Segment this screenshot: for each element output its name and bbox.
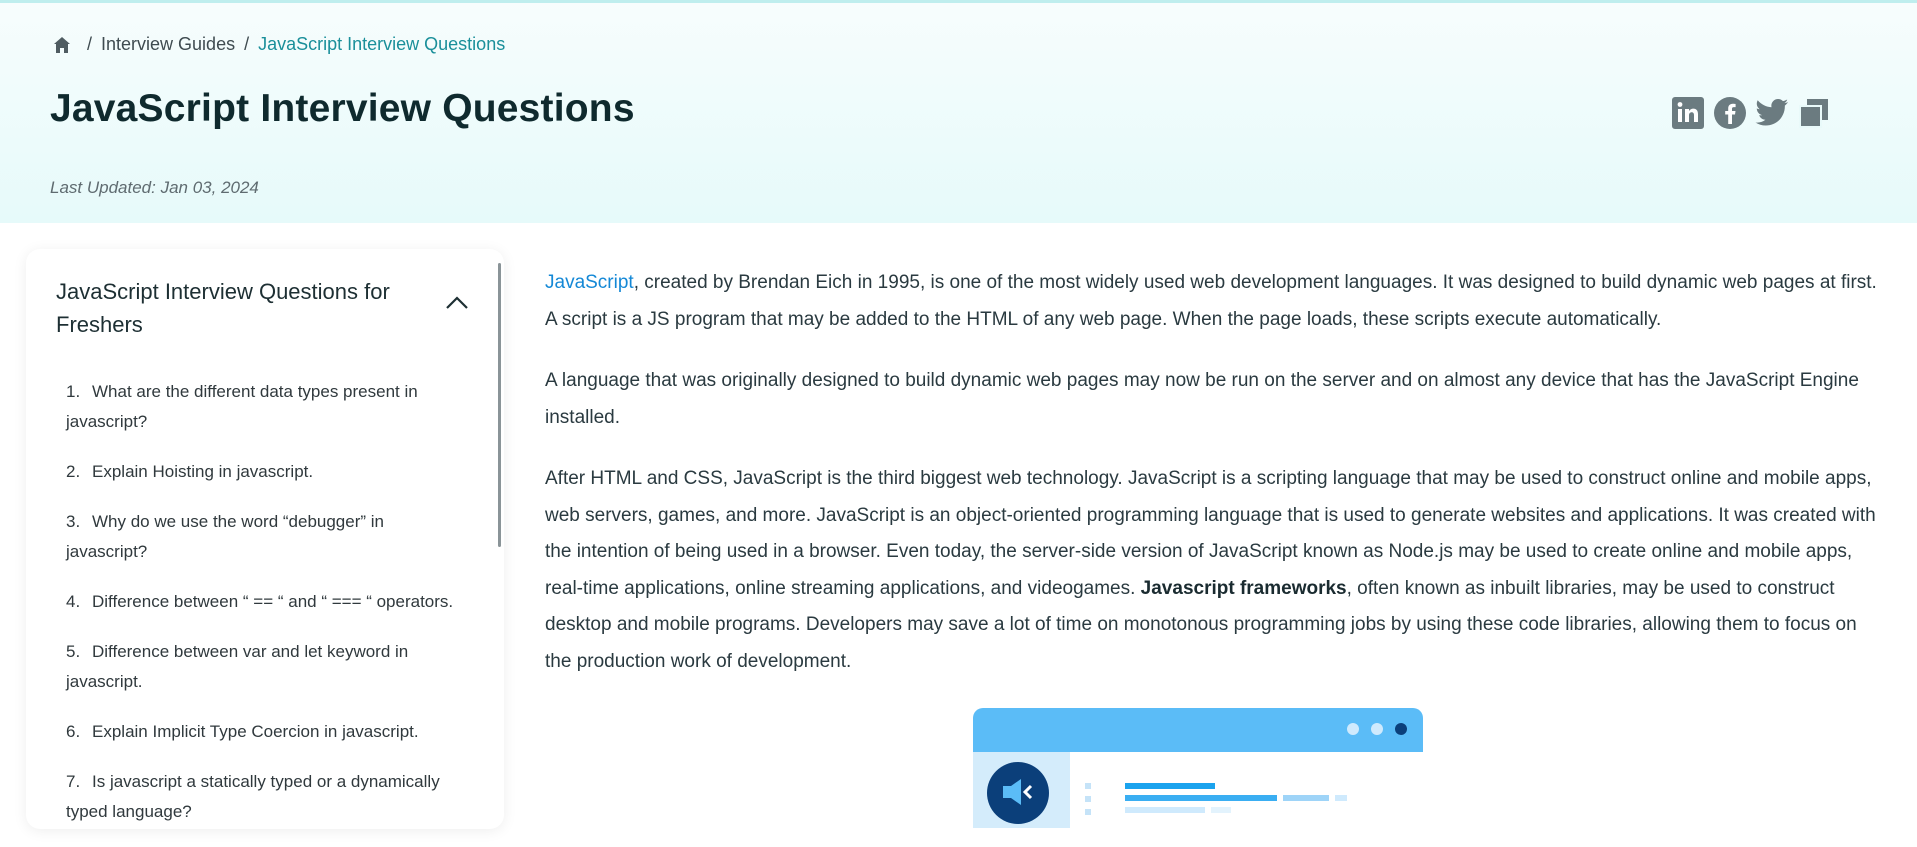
toc-item[interactable]: 2. Explain Hoisting in javascript. bbox=[66, 457, 466, 487]
breadcrumb-separator: / bbox=[87, 34, 93, 54]
toc-item[interactable]: 7. Is javascript a statically typed or a … bbox=[66, 767, 466, 827]
toc-item-label: Difference between var and let keyword i… bbox=[66, 642, 409, 691]
chevron-up-icon[interactable] bbox=[444, 293, 470, 313]
javascript-frameworks-term: Javascript frameworks bbox=[1140, 577, 1347, 599]
article-paragraph: After HTML and CSS, JavaScript is the th… bbox=[545, 461, 1885, 680]
article-paragraph: A language that was originally designed … bbox=[545, 370, 1859, 428]
toc-item[interactable]: 4. Difference between “ == “ and “ === “ … bbox=[66, 587, 466, 617]
last-updated: Last Updated: Jan 03, 2024 bbox=[50, 178, 259, 197]
table-of-contents: JavaScript Interview Questions for Fresh… bbox=[26, 249, 504, 829]
home-icon[interactable] bbox=[52, 35, 72, 55]
breadcrumb-separator: / bbox=[244, 34, 250, 54]
paragraph-text: , created by Brendan Eich in 1995, is on… bbox=[545, 272, 1877, 330]
breadcrumb: / Interview Guides / JavaScript Intervie… bbox=[52, 34, 505, 55]
toc-item-label: Difference between “ == “ and “ === “ op… bbox=[92, 592, 454, 611]
toc-item-label: Explain Implicit Type Coercion in javasc… bbox=[92, 722, 419, 741]
breadcrumb-current-page[interactable]: JavaScript Interview Questions bbox=[258, 34, 505, 55]
copy-link-icon[interactable] bbox=[1797, 96, 1831, 130]
toc-item-label: What are the different data types presen… bbox=[66, 382, 418, 431]
article-illustration bbox=[973, 708, 1423, 828]
facebook-icon[interactable] bbox=[1713, 96, 1747, 130]
page-header: / Interview Guides / JavaScript Intervie… bbox=[0, 3, 1917, 223]
toc-item-label: Explain Hoisting in javascript. bbox=[92, 462, 314, 481]
toc-item-label: Why do we use the word “debugger” in jav… bbox=[66, 512, 384, 561]
toc-item[interactable]: 3. Why do we use the word “debugger” in j… bbox=[66, 507, 466, 567]
javascript-link[interactable]: JavaScript bbox=[545, 272, 634, 293]
article-paragraph: JavaScript, created by Brendan Eich in 1… bbox=[545, 265, 1885, 338]
toc-scrollbar[interactable] bbox=[498, 263, 501, 547]
breadcrumb-interview-guides[interactable]: Interview Guides bbox=[101, 34, 235, 55]
toc-item[interactable]: 5. Difference between var and let keyword… bbox=[66, 637, 466, 697]
toc-item-number: 4. bbox=[66, 592, 81, 611]
toc-item-number: 1. bbox=[66, 382, 81, 401]
toc-item-number: 3. bbox=[66, 512, 81, 531]
toc-item[interactable]: 6. Explain Implicit Type Coercion in java… bbox=[66, 717, 466, 747]
toc-item-number: 5. bbox=[66, 642, 81, 661]
window-dot bbox=[1347, 723, 1359, 735]
toc-item-label: Is javascript a statically typed or a dy… bbox=[66, 772, 440, 821]
toc-item-number: 6. bbox=[66, 722, 81, 741]
toc-item[interactable]: 1. What are the different data types pres… bbox=[66, 377, 466, 437]
window-dot bbox=[1395, 723, 1407, 735]
window-dot bbox=[1371, 723, 1383, 735]
toc-item-number: 7. bbox=[66, 772, 81, 791]
page-title: JavaScript Interview Questions bbox=[50, 87, 635, 130]
toc-heading[interactable]: JavaScript Interview Questions for Fresh… bbox=[56, 275, 396, 341]
share-buttons bbox=[1671, 96, 1831, 130]
toc-item-number: 2. bbox=[66, 462, 81, 481]
toc-list: 1. What are the different data types pres… bbox=[66, 377, 466, 847]
linkedin-icon[interactable] bbox=[1671, 96, 1705, 130]
article-body: JavaScript, created by Brendan Eich in 1… bbox=[545, 265, 1885, 705]
twitter-icon[interactable] bbox=[1755, 96, 1789, 130]
